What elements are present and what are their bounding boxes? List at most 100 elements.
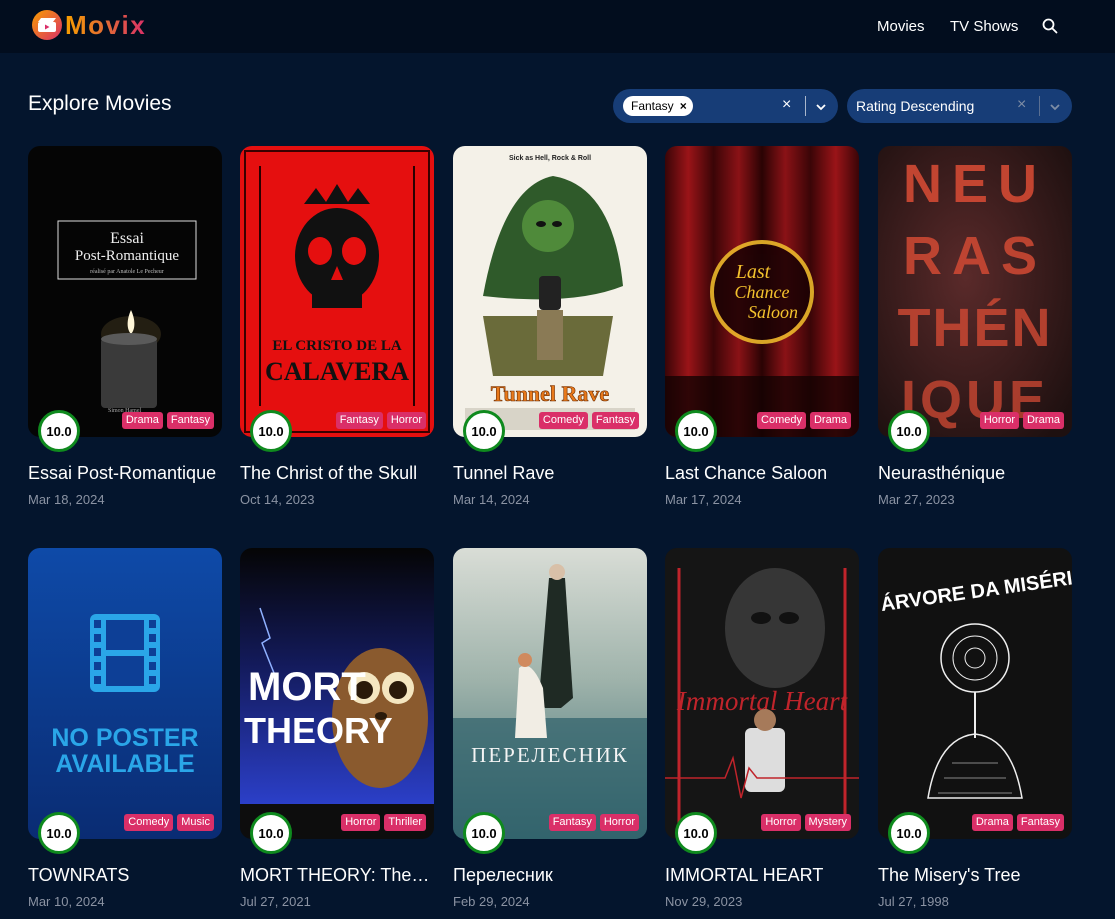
genre-tags: Drama Fantasy (971, 814, 1064, 831)
movie-poster[interactable]: MORT THEORY (240, 548, 434, 839)
chevron-down-icon[interactable] (1049, 100, 1061, 118)
release-date: Mar 17, 2024 (665, 492, 742, 507)
genre-tags: Horror Mystery (761, 814, 851, 831)
genre-tag: Comedy (757, 412, 806, 429)
genre-tags: Comedy Music (124, 814, 214, 831)
movie-poster[interactable]: Immortal Heart (665, 548, 859, 839)
sort-select[interactable]: Rating Descending × (847, 89, 1072, 123)
genre-tags: Fantasy Horror (548, 814, 639, 831)
rating-badge: 10.0 (38, 812, 80, 854)
release-date: Jul 27, 2021 (240, 894, 311, 909)
poster-text: Tunnel Rave (491, 381, 610, 406)
poster-text: Saloon (748, 302, 798, 322)
search-icon[interactable] (1042, 18, 1058, 34)
rating-badge: 10.0 (675, 812, 717, 854)
movie-title[interactable]: Перелесник (453, 865, 647, 886)
genre-tag: Drama (1022, 412, 1064, 429)
poster-text: THEORY (244, 710, 393, 751)
poster-text: CALAVERA (265, 357, 409, 386)
movie-poster[interactable]: NEU RAS THÉN IQUE (878, 146, 1072, 437)
clear-sort-icon[interactable]: × (1017, 96, 1026, 114)
sort-value: Rating Descending (856, 98, 975, 114)
genre-tags: Comedy Fantasy (538, 412, 639, 429)
genre-tag: Horror (761, 814, 801, 831)
genre-tags: Fantasy Horror (335, 412, 426, 429)
genre-tag: Fantasy (335, 412, 383, 429)
page-title: Explore Movies (28, 92, 172, 115)
genre-tags: Horror Drama (979, 412, 1064, 429)
poster-text: RAS (903, 226, 1047, 286)
genre-tags: Horror Thriller (341, 814, 426, 831)
genre-tag: Horror (341, 814, 381, 831)
rating-badge: 10.0 (888, 410, 930, 452)
genre-tag: Drama (121, 412, 163, 429)
chevron-down-icon[interactable] (815, 100, 827, 118)
genre-tag: Comedy (124, 814, 174, 831)
select-divider (805, 96, 806, 116)
movie-poster[interactable]: A ÁRVORE DA MISÉRIA (878, 548, 1072, 839)
rating-badge: 10.0 (463, 812, 505, 854)
app-name: Movix (65, 9, 147, 40)
movie-poster[interactable]: Essai Post-Romantique réalisé par Anatol… (28, 146, 222, 437)
poster-text: AVAILABLE (55, 750, 194, 778)
genre-tag: Music (177, 814, 214, 831)
movie-poster[interactable]: NO POSTER AVAILABLE (28, 548, 222, 839)
release-date: Nov 29, 2023 (665, 894, 743, 909)
movie-poster[interactable]: Sick as Hell, Rock & Roll Tunnel Rave (453, 146, 647, 437)
poster-text: Sick as Hell, Rock & Roll (509, 155, 591, 162)
clear-genre-icon[interactable]: × (782, 96, 791, 114)
remove-chip-icon[interactable]: × (680, 99, 687, 113)
genre-tag: Fantasy (548, 814, 596, 831)
poster-text: EL CRISTO DE LA (272, 338, 402, 354)
movie-title[interactable]: The Christ of the Skull (240, 463, 434, 484)
poster-text: Post-Romantique (75, 248, 180, 264)
genre-tag: Thriller (384, 814, 426, 831)
rating-badge: 10.0 (463, 410, 505, 452)
release-date: Mar 14, 2024 (453, 492, 530, 507)
nav-tv-shows[interactable]: TV Shows (950, 18, 1018, 35)
poster-text: NO POSTER (51, 724, 198, 752)
genre-tags: Drama Fantasy (121, 412, 214, 429)
genre-tag: Fantasy (591, 412, 639, 429)
select-divider (1039, 96, 1040, 116)
poster-text: THÉN (898, 298, 1053, 358)
genre-tags: Comedy Drama (757, 412, 851, 429)
movie-title[interactable]: TOWNRATS (28, 865, 222, 886)
nav-movies[interactable]: Movies (877, 18, 925, 35)
movie-title[interactable]: The Misery's Tree (878, 865, 1072, 886)
movix-logo[interactable]: Movix (32, 9, 146, 41)
release-date: Oct 14, 2023 (240, 492, 315, 507)
poster-text: ПЕРЕЛЕСНИК (471, 743, 629, 767)
genre-tag: Horror (979, 412, 1019, 429)
release-date: Mar 27, 2023 (878, 492, 955, 507)
genre-tag: Fantasy (1016, 814, 1064, 831)
rating-badge: 10.0 (250, 812, 292, 854)
rating-badge: 10.0 (38, 410, 80, 452)
movie-title[interactable]: Last Chance Saloon (665, 463, 859, 484)
poster-text: NEU (903, 154, 1047, 214)
movie-title[interactable]: Tunnel Rave (453, 463, 647, 484)
genre-tag: Comedy (538, 412, 588, 429)
movie-poster[interactable]: Last Chance Saloon (665, 146, 859, 437)
poster-text: réalisé par Anatole Le Pecheur (90, 269, 164, 275)
genre-select[interactable]: Fantasy × × (613, 89, 838, 123)
poster-text: Chance (735, 282, 790, 302)
movie-title[interactable]: MORT THEORY: The… (240, 865, 434, 886)
movie-title[interactable]: Neurasthénique (878, 463, 1072, 484)
poster-text: Essai (110, 230, 144, 247)
movie-title[interactable]: IMMORTAL HEART (665, 865, 859, 886)
poster-text: Last (735, 261, 771, 283)
release-date: Jul 27, 1998 (878, 894, 949, 909)
release-date: Feb 29, 2024 (453, 894, 530, 909)
genre-tag: Drama (971, 814, 1013, 831)
poster-text: MORT (248, 665, 366, 709)
top-header: Movix Movies TV Shows (0, 0, 1115, 53)
rating-badge: 10.0 (888, 812, 930, 854)
genre-tag: Fantasy (166, 412, 214, 429)
genre-tag: Mystery (804, 814, 851, 831)
movie-title[interactable]: Essai Post-Romantique (28, 463, 222, 484)
movie-poster[interactable]: ПЕРЕЛЕСНИК (453, 548, 647, 839)
movie-poster[interactable]: EL CRISTO DE LA CALAVERA (240, 146, 434, 437)
genre-chip-label: Fantasy (631, 99, 674, 113)
release-date: Mar 18, 2024 (28, 492, 105, 507)
